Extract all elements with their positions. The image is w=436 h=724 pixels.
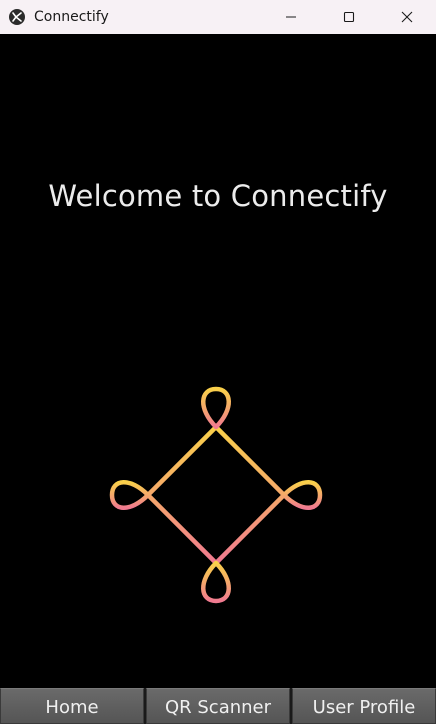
minimize-icon: [286, 16, 296, 18]
minimize-button[interactable]: [262, 0, 320, 34]
welcome-heading: Welcome to Connectify: [48, 179, 388, 213]
kivy-app-icon: [8, 8, 26, 26]
maximize-button[interactable]: [320, 0, 378, 34]
maximize-icon: [343, 11, 355, 23]
window-controls: [262, 0, 436, 34]
app-window: Connectify Welcome to Connectify Home QR…: [0, 0, 436, 724]
title-bar: Connectify: [0, 0, 436, 34]
close-button[interactable]: [378, 0, 436, 34]
bottom-navigation: Home QR Scanner User Profile: [0, 688, 436, 724]
nav-qr-scanner-button[interactable]: QR Scanner: [146, 688, 290, 724]
infinity-diamond-logo-icon: [109, 386, 323, 604]
close-icon: [401, 11, 413, 23]
nav-home-button[interactable]: Home: [0, 688, 144, 724]
window-title: Connectify: [34, 9, 109, 25]
nav-user-profile-button[interactable]: User Profile: [292, 688, 436, 724]
